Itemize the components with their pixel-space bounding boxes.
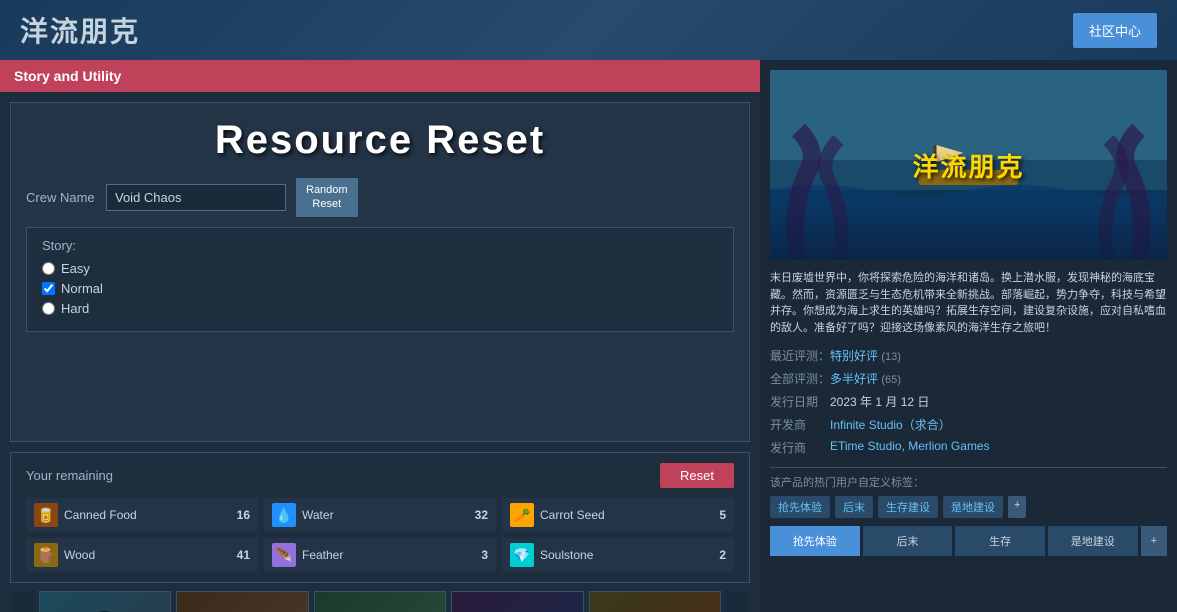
recent-review-value[interactable]: 特别好评: [830, 349, 878, 363]
hard-option-row: Hard: [42, 301, 718, 316]
resource-carrot-seed: 🥕 Carrot Seed 5: [502, 498, 734, 532]
crew-name-label: Crew Name: [26, 190, 96, 205]
btn-base-building[interactable]: 是地建设: [1048, 526, 1138, 556]
release-date-row: 发行日期 2023 年 1 月 12 日: [770, 390, 1167, 413]
resource-canned-food: 🥫 Canned Food 16: [26, 498, 258, 532]
recent-review-row: 最近评测： 特别好评 (13): [770, 344, 1167, 367]
reset-button[interactable]: Reset: [660, 463, 734, 488]
tag-4[interactable]: 是地建设: [943, 496, 1003, 518]
divider-1: [770, 467, 1167, 468]
publisher-value[interactable]: ETime Studio, Merlion Games: [830, 439, 990, 453]
main-content: Story and Utility Resource Reset Crew Na…: [0, 60, 1177, 612]
developer-row: 开发商 Infinite Studio（求合）: [770, 413, 1167, 436]
game-description: 末日废墟世界中，你将探索危险的海洋和诸岛。换上潜水服，发现神秘的海底宝藏。然而，…: [770, 270, 1167, 336]
wood-name: Wood: [64, 548, 231, 562]
water-icon: 💧: [272, 503, 296, 527]
carrot-seed-icon: 🥕: [510, 503, 534, 527]
release-date: 2023 年 1 月 12 日: [830, 390, 1167, 413]
carrot-seed-count: 5: [719, 508, 726, 522]
canned-food-icon: 🥫: [34, 503, 58, 527]
publisher-label: 发行商: [770, 436, 830, 459]
thumbnail-5[interactable]: [589, 591, 721, 612]
wood-count: 41: [237, 548, 250, 562]
btn-survival[interactable]: 生存: [955, 526, 1045, 556]
easy-radio[interactable]: [42, 262, 55, 275]
easy-option-row: Easy: [42, 261, 718, 276]
publisher-row: 发行商 ETime Studio, Merlion Games: [770, 436, 1167, 459]
tags-row: 抢先体验 后末 生存建设 是地建设 +: [770, 496, 1167, 518]
prev-thumb-button[interactable]: ◀: [10, 591, 34, 612]
game-title: 洋流朋克: [20, 10, 140, 50]
next-thumb-button[interactable]: ▶: [726, 591, 750, 612]
tag-2[interactable]: 后末: [835, 496, 873, 518]
recent-review-label: 最近评测：: [770, 344, 830, 367]
btn-post-apocalyptic[interactable]: 后末: [863, 526, 953, 556]
release-label: 发行日期: [770, 390, 830, 413]
remaining-header: Your remaining Reset: [26, 463, 734, 488]
all-review-value[interactable]: 多半好评: [830, 372, 878, 386]
canned-food-count: 16: [237, 508, 250, 522]
recent-review-count: (13): [881, 351, 901, 363]
feather-icon: 🪶: [272, 543, 296, 567]
resource-grid: 🥫 Canned Food 16 💧 Water 32 🥕 Carrot See…: [26, 498, 734, 572]
canned-food-name: Canned Food: [64, 508, 231, 522]
easy-label: Easy: [61, 261, 90, 276]
all-review-label: 全部评测：: [770, 367, 830, 390]
thumbnail-1[interactable]: ▶ Adventures Unfold: [39, 591, 171, 612]
info-table: 最近评测： 特别好评 (13) 全部评测： 多半好评 (65) 发行日期 202…: [770, 344, 1167, 459]
thumbnail-2[interactable]: [176, 591, 308, 612]
tag-plus[interactable]: +: [1008, 496, 1026, 518]
normal-option-row: Normal: [42, 281, 718, 296]
tags-section: 该产品的热门用户自定义标签：: [770, 473, 1167, 491]
story-label: Story:: [42, 238, 718, 253]
feather-name: Feather: [302, 548, 475, 562]
remaining-label: Your remaining: [26, 468, 113, 483]
thumbnails-row: ◀ ▶ Adventures Unfold ▶: [10, 591, 750, 612]
all-review-row: 全部评测： 多半好评 (65): [770, 367, 1167, 390]
game-header-image: 洋流朋克: [770, 70, 1167, 260]
carrot-seed-name: Carrot Seed: [540, 508, 713, 522]
community-button[interactable]: 社区中心: [1073, 13, 1157, 48]
normal-checkbox[interactable]: [42, 282, 55, 295]
resource-soulstone: 💎 Soulstone 2: [502, 538, 734, 572]
resource-reset-title: Resource Reset: [26, 118, 734, 163]
developer-value[interactable]: Infinite Studio（求合）: [830, 418, 951, 432]
wood-icon: 🪵: [34, 543, 58, 567]
right-panel: 洋流朋克 末日废墟世界中，你将探索危险的海洋和诸岛。换上潜水服，发现神秘的海底宝…: [760, 60, 1177, 612]
story-section: Story: Easy Normal Hard: [26, 227, 734, 332]
wave-decoration: [770, 200, 1167, 260]
normal-label: Normal: [61, 281, 103, 296]
thumbnail-4[interactable]: [451, 591, 583, 612]
game-image-title: 洋流朋克: [912, 147, 1024, 184]
bottom-buttons: 抢先体验 后末 生存 是地建设 +: [770, 526, 1167, 556]
resource-water: 💧 Water 32: [264, 498, 496, 532]
random-reset-button[interactable]: RandomReset: [296, 178, 358, 217]
crew-name-row: Crew Name RandomReset: [26, 178, 734, 217]
btn-more-tags[interactable]: +: [1141, 526, 1167, 556]
tag-1[interactable]: 抢先体验: [770, 496, 830, 518]
remaining-section: Your remaining Reset 🥫 Canned Food 16 💧 …: [10, 452, 750, 583]
panel-title: Story and Utility: [0, 60, 760, 92]
header: 洋流朋克 社区中心: [0, 0, 1177, 60]
thumbnail-3[interactable]: [314, 591, 446, 612]
water-name: Water: [302, 508, 469, 522]
soulstone-name: Soulstone: [540, 548, 713, 562]
feather-count: 3: [481, 548, 488, 562]
crew-name-input[interactable]: [106, 184, 286, 211]
developer-label: 开发商: [770, 413, 830, 436]
resource-feather: 🪶 Feather 3: [264, 538, 496, 572]
hard-label: Hard: [61, 301, 89, 316]
game-area: Resource Reset Crew Name RandomReset Sto…: [10, 102, 750, 442]
resource-wood: 🪵 Wood 41: [26, 538, 258, 572]
btn-early-access[interactable]: 抢先体验: [770, 526, 860, 556]
tags-label: 该产品的热门用户自定义标签：: [770, 477, 924, 489]
all-review-count: (65): [881, 374, 901, 386]
water-count: 32: [475, 508, 488, 522]
panel-content: Resource Reset Crew Name RandomReset Sto…: [0, 92, 760, 612]
soulstone-icon: 💎: [510, 543, 534, 567]
hard-radio[interactable]: [42, 302, 55, 315]
soulstone-count: 2: [719, 548, 726, 562]
tag-3[interactable]: 生存建设: [878, 496, 938, 518]
left-panel: Story and Utility Resource Reset Crew Na…: [0, 60, 760, 612]
